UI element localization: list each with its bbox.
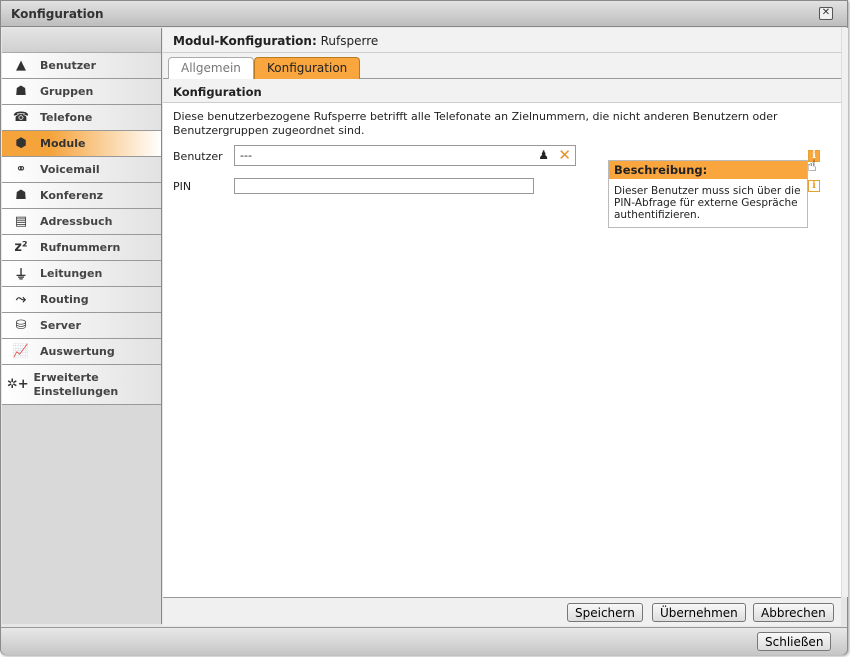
main-panel: Modul-Konfiguration: Rufsperre Allgemein… [163, 28, 841, 597]
numbers-icon: z² [14, 240, 28, 255]
sidebar-item-label: Module [40, 137, 86, 150]
sidebar-item-label: Adressbuch [40, 215, 113, 228]
sidebar-item-label: Konferenz [40, 189, 104, 202]
sidebar-item-erweiterte-einstellungen[interactable]: ✲+ Erweiterte Einstellungen [2, 365, 161, 405]
sidebar-item-gruppen[interactable]: ☗ Gruppen [2, 79, 161, 105]
close-button[interactable]: Schließen [757, 632, 832, 651]
sidebar-item-leitungen[interactable]: ⏚ Leitungen [2, 261, 161, 287]
save-button[interactable]: Speichern [567, 603, 643, 622]
chart-icon: 📈 [12, 344, 30, 359]
server-icon: ⛁ [15, 318, 27, 333]
advanced-settings-icon: ✲+ [6, 376, 29, 392]
sidebar-item-auswertung[interactable]: 📈 Auswertung [2, 339, 161, 365]
apply-button[interactable]: Übernehmen [652, 603, 746, 622]
clear-icon[interactable]: ✕ [558, 146, 571, 164]
window-title-bar: Konfiguration ✕ [1, 1, 847, 27]
tab-konfiguration[interactable]: Konfiguration [254, 57, 361, 79]
tab-bar: Allgemein Konfiguration [163, 53, 841, 79]
plug-icon: ⏚ [14, 268, 28, 283]
sidebar-item-routing[interactable]: ⤳ Routing [2, 287, 161, 313]
user-icon: ▲ [16, 58, 26, 73]
sidebar-item-server[interactable]: ⛁ Server [2, 313, 161, 339]
tooltip-text: Dieser Benutzer muss sich über die PIN-A… [614, 185, 801, 221]
sidebar-item-label: Routing [40, 293, 89, 306]
window-footer: Schließen [1, 627, 847, 655]
sidebar-header [2, 28, 161, 53]
info-icon-pin[interactable]: i [808, 180, 820, 192]
benutzer-label: Benutzer [173, 150, 223, 163]
group-icon: ☗ [15, 84, 27, 99]
phone-icon: ☎ [12, 110, 30, 125]
section-title: Konfiguration [163, 79, 841, 103]
tab-allgemein[interactable]: Allgemein [168, 57, 254, 79]
window-title: Konfiguration [11, 7, 104, 21]
page-title-value: Rufsperre [320, 34, 379, 48]
configuration-window: Konfiguration ✕ ▲ Benutzer ☗ Gruppen ☎ Telefo… [0, 0, 848, 655]
module-box-icon: ⬢ [15, 136, 27, 151]
sidebar-item-rufnummern[interactable]: z² Rufnummern [2, 235, 161, 261]
scrollbar[interactable] [841, 28, 848, 597]
sidebar-item-module[interactable]: ⬢ Module [2, 131, 161, 157]
voicemail-icon: ⚭ [15, 162, 27, 177]
sidebar-item-label: Telefone [40, 111, 93, 124]
sidebar-item-label: Server [40, 319, 81, 332]
conference-icon: ☗ [15, 188, 27, 203]
sidebar: ▲ Benutzer ☗ Gruppen ☎ Telefone ⬢ Module ⚭ Voicem… [2, 28, 162, 624]
sidebar-item-konferenz[interactable]: ☗ Konferenz [2, 183, 161, 209]
action-bar: Speichern Übernehmen Abbrechen [163, 597, 841, 626]
benutzer-value: --- [240, 149, 252, 162]
sidebar-item-label: Rufnummern [40, 241, 121, 254]
pin-input[interactable] [234, 178, 534, 194]
description-text: Diese benutzerbezogene Rufsperre betriff… [173, 110, 778, 137]
sidebar-item-benutzer[interactable]: ▲ Benutzer [2, 53, 161, 79]
close-icon[interactable]: ✕ [819, 7, 833, 20]
sidebar-item-label: Benutzer [40, 59, 97, 72]
tooltip-title: Beschreibung: [609, 161, 807, 179]
pin-label: PIN [173, 180, 192, 193]
sidebar-item-label: Auswertung [40, 345, 115, 358]
sidebar-item-label: Erweiterte Einstellungen [33, 370, 119, 398]
sidebar-item-label: Voicemail [40, 163, 100, 176]
sidebar-item-label: Gruppen [40, 85, 94, 98]
user-select-icon[interactable]: ♟ [538, 148, 549, 162]
sidebar-item-adressbuch[interactable]: ▤ Adressbuch [2, 209, 161, 235]
cancel-button[interactable]: Abbrechen [753, 603, 834, 622]
hand-cursor-icon: ☝ [807, 156, 817, 175]
page-title-label: Modul-Konfiguration: [173, 34, 317, 48]
sidebar-item-telefone[interactable]: ☎ Telefone [2, 105, 161, 131]
address-book-icon: ▤ [14, 214, 28, 229]
description-tooltip: Beschreibung: Dieser Benutzer muss sich … [608, 160, 808, 228]
routing-icon: ⤳ [15, 292, 27, 307]
benutzer-field[interactable]: --- ♟ ✕ [234, 145, 576, 166]
page-title: Modul-Konfiguration: Rufsperre [163, 28, 841, 53]
sidebar-item-voicemail[interactable]: ⚭ Voicemail [2, 157, 161, 183]
sidebar-item-label: Leitungen [40, 267, 103, 280]
